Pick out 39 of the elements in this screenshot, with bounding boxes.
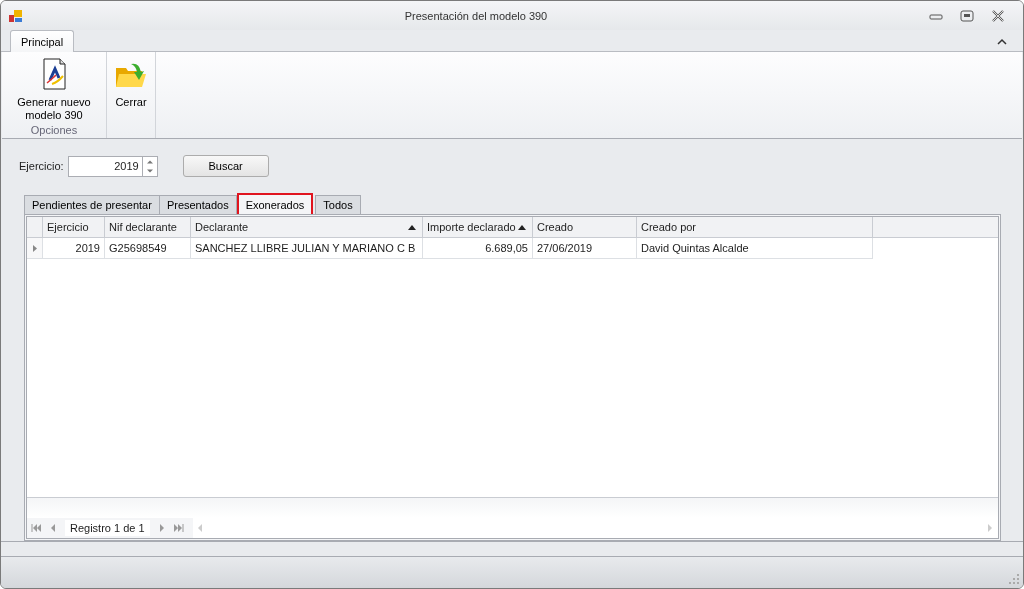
column-header[interactable]: Declarante bbox=[191, 217, 423, 239]
group-caption: Opciones bbox=[29, 124, 79, 138]
ribbon-button[interactable]: Generar nuevo modelo 390 bbox=[6, 56, 102, 125]
window-title: Presentación del modelo 390 bbox=[403, 9, 549, 22]
column-header[interactable]: Creado por bbox=[637, 217, 873, 239]
resize-grip-icon[interactable] bbox=[1009, 574, 1019, 584]
ribbon-button[interactable]: Cerrar bbox=[111, 56, 151, 112]
tab[interactable]: Exonerados bbox=[236, 193, 314, 215]
search-button[interactable]: Buscar bbox=[182, 155, 269, 178]
maximize-icon[interactable] bbox=[960, 9, 974, 22]
scroll-left-icon[interactable] bbox=[197, 524, 203, 533]
table-cell: 27/06/2019 bbox=[533, 238, 637, 260]
table-cell: G25698549 bbox=[105, 238, 191, 260]
scroll-right-icon[interactable] bbox=[988, 524, 993, 533]
close-icon[interactable] bbox=[991, 9, 1005, 22]
current-row-icon bbox=[32, 244, 37, 252]
field-label: Ejercicio: bbox=[19, 160, 64, 173]
record-counter: Registro 1 de 1 bbox=[65, 520, 150, 537]
previous-record-icon[interactable] bbox=[50, 524, 56, 533]
table-cell: SANCHEZ LLIBRE JULIAN Y MARIANO C B bbox=[191, 238, 423, 260]
column-header[interactable]: Nif declarante bbox=[105, 217, 191, 239]
last-record-icon[interactable] bbox=[173, 524, 184, 533]
year-field[interactable]: 2019 bbox=[67, 155, 142, 177]
column-header[interactable]: Importe declarado bbox=[423, 217, 533, 239]
header-cell bbox=[27, 217, 43, 239]
next-record-icon[interactable] bbox=[158, 524, 165, 533]
tab[interactable]: Pendientes de presentar bbox=[24, 195, 160, 215]
ribbon-tab[interactable]: Principal bbox=[10, 30, 75, 53]
table-cell: 6.689,05 bbox=[423, 238, 533, 260]
table-cell: David Quintas Alcalde bbox=[637, 238, 873, 260]
table-cell: 2019 bbox=[43, 238, 105, 260]
app-icon bbox=[9, 8, 23, 23]
first-record-icon[interactable] bbox=[31, 524, 41, 533]
collapse-icon[interactable] bbox=[997, 38, 1007, 47]
tab[interactable]: Todos bbox=[315, 195, 361, 215]
row-indicator[interactable] bbox=[27, 238, 43, 260]
column-header[interactable]: Creado bbox=[533, 217, 637, 239]
tab[interactable]: Presentados bbox=[158, 195, 237, 215]
column-header[interactable]: Ejercicio bbox=[43, 217, 105, 239]
